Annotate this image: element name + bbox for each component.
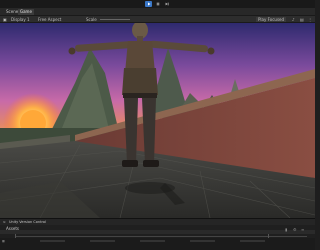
aspect-dropdown[interactable]: Free Aspect xyxy=(38,17,61,22)
menu-icon[interactable]: ≡ xyxy=(301,227,306,232)
mute-audio-icon[interactable]: ♪ xyxy=(292,17,295,22)
view-tab-bar: Scene Game xyxy=(0,8,315,16)
play-focused-dropdown[interactable]: Play Focused xyxy=(256,17,287,22)
lock-icon[interactable]: ▮ xyxy=(285,227,290,232)
step-icon xyxy=(165,2,168,6)
pause-icon xyxy=(156,2,159,6)
settings-icon[interactable]: ⚙ xyxy=(293,227,298,232)
top-toolbar xyxy=(0,0,315,8)
play-button[interactable] xyxy=(145,1,152,7)
game-mode-icon[interactable]: ▣ xyxy=(3,17,7,22)
game-toolbar: ▣ Display 1 Free Aspect Scale Play Focus… xyxy=(0,16,315,23)
step-button[interactable] xyxy=(163,1,170,7)
version-control-bar: ⊙ Unity Version Control xyxy=(0,218,315,225)
game-viewport[interactable] xyxy=(0,23,315,218)
scale-label: Scale xyxy=(86,17,97,22)
pause-button[interactable] xyxy=(154,1,161,7)
stats-icon[interactable]: ▤ xyxy=(300,17,304,22)
more-menu-icon[interactable]: ⋮ xyxy=(308,17,312,22)
timeline-track[interactable] xyxy=(15,236,307,237)
status-segment xyxy=(90,240,115,242)
status-segment xyxy=(190,240,215,242)
play-icon xyxy=(147,2,150,6)
status-segment xyxy=(240,240,265,242)
scale-slider[interactable] xyxy=(100,19,130,20)
status-segment xyxy=(140,240,165,242)
tab-game[interactable]: Game xyxy=(18,9,34,15)
status-segment xyxy=(40,240,65,242)
status-indicator-icon: ■ xyxy=(2,239,5,243)
scene-render xyxy=(0,23,315,218)
tab-game-label: Game xyxy=(20,9,32,14)
tab-scene-label: Scene xyxy=(6,9,19,14)
display-dropdown[interactable]: Display 1 xyxy=(11,17,30,22)
status-strip: ■ xyxy=(0,238,315,250)
